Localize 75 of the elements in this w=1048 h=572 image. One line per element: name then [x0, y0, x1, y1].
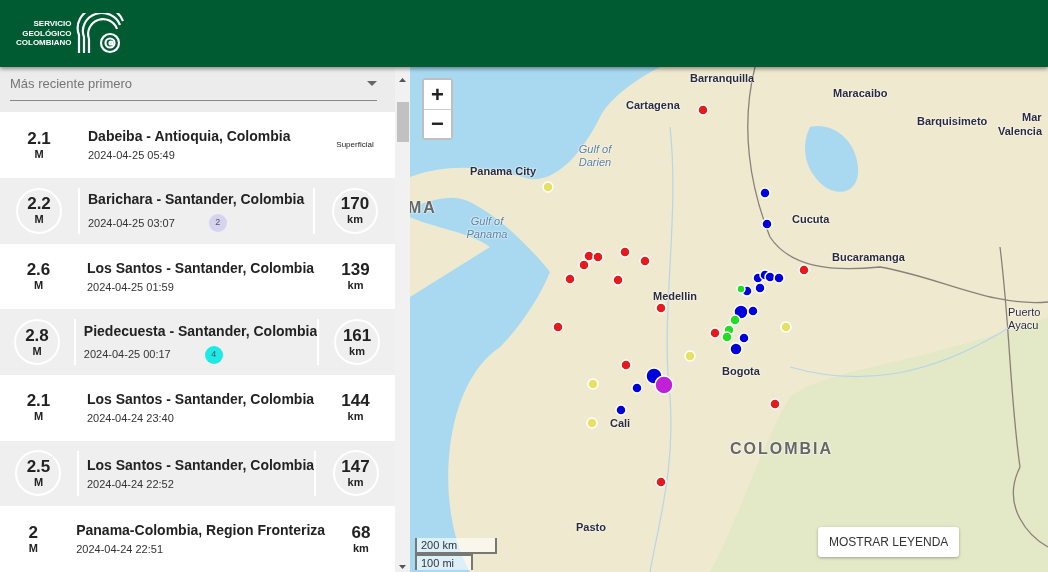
- magnitude-unit: M: [34, 147, 44, 161]
- event-location: Los Santos - Santander, Colombia: [86, 455, 315, 475]
- magnitude-unit: M: [33, 475, 44, 489]
- city-label: Maracaibo: [833, 87, 888, 100]
- scrollbar-thumb[interactable]: [396, 102, 409, 142]
- magnitude-value: 2.2: [27, 195, 51, 214]
- event-time: 2024-04-25 01:59: [86, 279, 174, 295]
- magnitude-value: 2.1: [27, 129, 51, 148]
- magnitude-unit: M: [33, 278, 44, 292]
- depth-unit: km: [352, 541, 369, 555]
- event-location: Piedecuesta - Santander, Colombia: [83, 321, 318, 341]
- city-label: Barquisimeto: [917, 115, 988, 128]
- depth-value: 170: [340, 195, 370, 214]
- country-label: COLOMBIA: [730, 442, 834, 455]
- event-list-item[interactable]: 2.6 M Los Santos - Santander, Colombia 2024-04-25 01:59 139 km: [0, 243, 395, 310]
- event-list-item[interactable]: 2.1 M Dabeiba - Antioquia, Colombia 2024-04-25 05:49 Superficial: [0, 112, 395, 178]
- count-badge: 2: [208, 214, 227, 233]
- event-time: 2024-04-24 22:52: [86, 476, 174, 492]
- magnitude-value: 2.8: [25, 326, 49, 345]
- depth-unit: km: [347, 213, 363, 227]
- zoom-out-button[interactable]: −: [424, 109, 451, 138]
- event-time: 2024-04-24 22:51: [76, 542, 164, 558]
- event-time: 2024-04-24 23:40: [86, 411, 174, 427]
- show-legend-button[interactable]: MOSTRAR LEYENDA: [818, 527, 960, 557]
- event-list-item[interactable]: 2 M Panama-Colombia, Region Fronteriza 2024-04-24 22:51 68 km: [0, 506, 395, 572]
- magnitude-unit: M: [33, 410, 44, 424]
- event-list-item[interactable]: 2.5 M Los Santos - Santander, Colombia 2024-04-24 22:52 147 km: [0, 440, 395, 507]
- water-label: Gulf of Darien: [577, 143, 613, 169]
- city-label: Medellin: [653, 290, 697, 303]
- event-list-item[interactable]: 2.2 M Barichara - Santander, Colombia 2024-04-25 03:07 2 170 km: [0, 177, 395, 244]
- magnitude-value: 2: [28, 523, 38, 542]
- depth-value: 68: [351, 523, 371, 542]
- dropdown-caret-icon: [367, 81, 377, 86]
- city-label: Cali: [610, 417, 631, 430]
- city-label: Bogota: [722, 365, 760, 378]
- magnitude-value: 2.5: [26, 457, 51, 476]
- magnitude-unit: M: [32, 344, 42, 358]
- water-label: Gulf of Panama: [465, 215, 509, 241]
- depth-label: Superficial: [336, 139, 374, 152]
- depth-unit: km: [347, 475, 364, 489]
- city-label: Mar: [1022, 111, 1042, 124]
- event-list-item[interactable]: 2.8 M Piedecuesta - Santander, Colombia 2024-04-25 00:17 4 161 km: [0, 309, 395, 375]
- event-location: Los Santos - Santander, Colombia: [86, 258, 315, 278]
- event-time: 2024-04-25 03:07: [88, 215, 175, 231]
- depth-unit: km: [347, 410, 364, 424]
- depth-value: 144: [341, 392, 370, 411]
- city-label: Cartagena: [626, 99, 680, 112]
- count-badge: 4: [204, 345, 223, 364]
- magnitude-value: 2.6: [26, 260, 51, 279]
- city-label: Cucuta: [792, 213, 830, 226]
- event-time: 2024-04-25 05:49: [88, 148, 175, 164]
- scale-bar: 100 mi: [415, 554, 473, 570]
- event-location: Barichara - Santander, Colombia: [88, 190, 306, 210]
- scale-bar: 200 km: [415, 538, 497, 554]
- event-list-item[interactable]: 2.1 M Los Santos - Santander, Colombia 2024-04-24 23:40 144 km: [0, 374, 395, 441]
- event-location: Dabeiba - Antioquia, Colombia: [88, 127, 292, 147]
- depth-unit: km: [349, 344, 365, 358]
- depth-value: 139: [341, 260, 370, 279]
- depth-unit: km: [347, 278, 364, 292]
- event-location: Los Santos - Santander, Colombia: [86, 390, 315, 410]
- city-label: Pasto: [576, 521, 606, 534]
- magnitude-unit: M: [28, 541, 38, 555]
- city-label: Barranquilla: [690, 72, 755, 85]
- city-label: Valencia: [998, 125, 1043, 138]
- depth-value: 147: [341, 457, 370, 476]
- event-time: 2024-04-25 00:17: [83, 347, 171, 363]
- logo-text: SERVICIO GEOLÓGICO COLOMBIANO: [16, 19, 72, 48]
- city-label: Bucaramanga: [832, 251, 905, 264]
- logo-arcs-icon: [75, 12, 124, 55]
- magnitude-unit: M: [34, 213, 44, 227]
- depth-value: 161: [342, 326, 372, 345]
- city-label: Panama City: [470, 165, 537, 178]
- city-label: Puerto Ayacu: [1008, 306, 1042, 332]
- magnitude-value: 2.1: [26, 392, 51, 411]
- event-location: Panama-Colombia, Region Fronteriza: [76, 521, 326, 541]
